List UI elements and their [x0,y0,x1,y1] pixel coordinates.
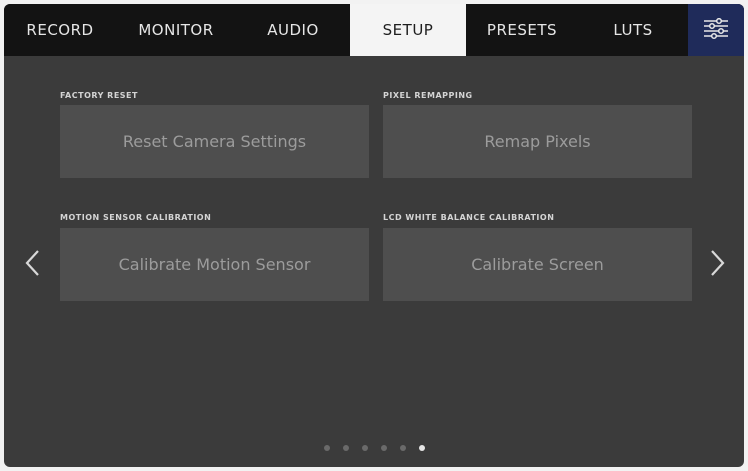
calibrate-screen-button[interactable]: Calibrate Screen [383,228,692,301]
factory-reset-label: FACTORY RESET [60,91,138,100]
motion-sensor-calibration-label: MOTION SENSOR CALIBRATION [60,213,212,222]
page-dot[interactable] [362,445,368,451]
lcd-white-balance-calibration-label: LCD WHITE BALANCE CALIBRATION [383,213,555,222]
pixel-remapping-label: PIXEL REMAPPING [383,91,473,100]
tab-audio[interactable]: AUDIO [236,4,350,56]
tab-presets[interactable]: PRESETS [466,4,578,56]
tab-monitor[interactable]: MONITOR [116,4,236,56]
chevron-right-icon [711,250,725,276]
page-dot[interactable] [400,445,406,451]
next-page-button[interactable] [708,248,726,278]
previous-page-button[interactable] [24,248,42,278]
page-dot-active[interactable] [419,445,425,451]
page-dot[interactable] [324,445,330,451]
tab-record[interactable]: RECORD [4,4,116,56]
page-dot[interactable] [343,445,349,451]
sliders-icon [704,18,728,40]
menu-button[interactable] [688,4,744,56]
tab-bar: RECORD MONITOR AUDIO SETUP PRESETS LUTS [4,4,744,56]
remap-pixels-button[interactable]: Remap Pixels [383,105,692,178]
calibrate-motion-sensor-button[interactable]: Calibrate Motion Sensor [60,228,369,301]
chevron-left-icon [25,250,39,276]
tab-luts[interactable]: LUTS [578,4,688,56]
setup-screen: RECORD MONITOR AUDIO SETUP PRESETS LUTS … [4,4,744,467]
reset-camera-settings-button[interactable]: Reset Camera Settings [60,105,369,178]
tab-setup[interactable]: SETUP [350,4,466,56]
page-dot[interactable] [381,445,387,451]
